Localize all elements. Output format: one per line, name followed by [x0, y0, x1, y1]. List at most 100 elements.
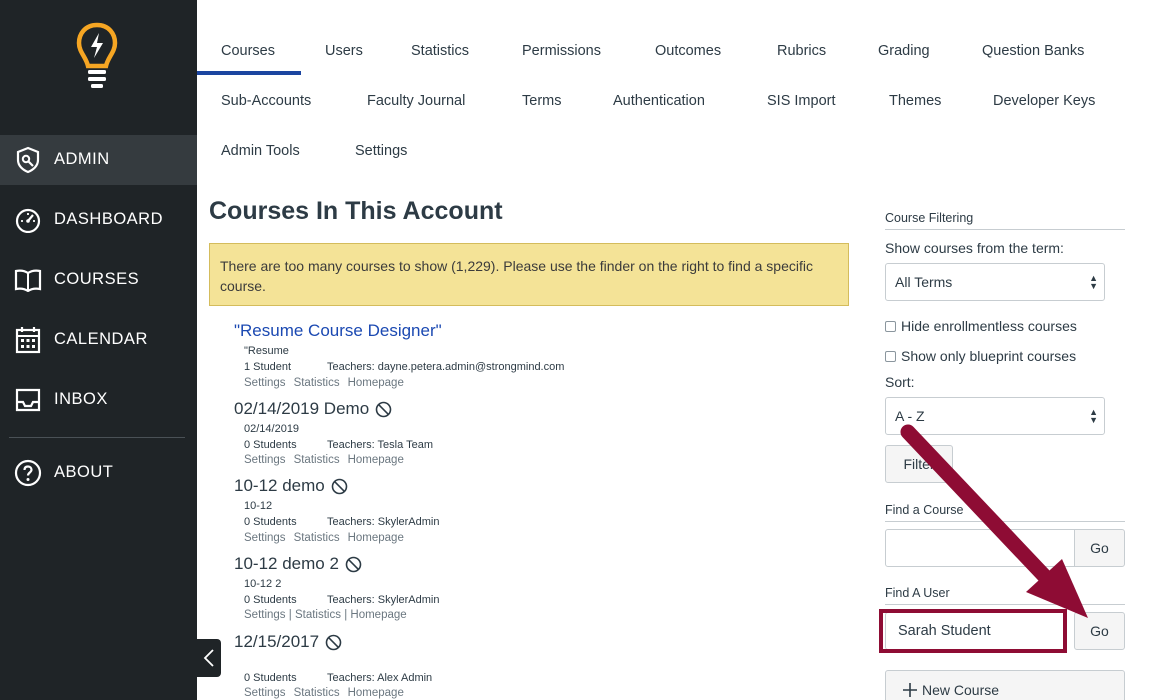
- nav-item-admin[interactable]: ADMIN: [0, 135, 197, 185]
- student-count: 0 Students: [244, 672, 297, 684]
- tab-settings[interactable]: Settings: [355, 143, 407, 159]
- course-enrollment: 0 Students Teachers: Tesla Team: [244, 439, 433, 451]
- nav-label: ADMIN: [54, 150, 110, 168]
- find-user-go-button[interactable]: Go: [1074, 612, 1125, 650]
- course-settings-link[interactable]: Settings: [244, 687, 286, 699]
- select-arrows-icon: ▲ ▼: [1089, 407, 1098, 425]
- course-homepage-link[interactable]: Homepage: [348, 377, 404, 389]
- new-course-label: New Course: [922, 682, 1000, 698]
- book-icon: [13, 265, 43, 295]
- course-title-text: 10-12 demo 2: [234, 554, 339, 573]
- tab-authentication[interactable]: Authentication: [613, 93, 705, 109]
- find-user-heading: Find A User: [885, 586, 950, 600]
- nav-label: COURSES: [54, 270, 140, 288]
- find-course-go-button[interactable]: Go: [1074, 529, 1125, 567]
- tab-permissions[interactable]: Permissions: [522, 43, 601, 59]
- course-title-link[interactable]: 02/14/2019 Demo: [234, 399, 854, 419]
- student-count: 0 Students: [244, 439, 297, 451]
- student-count: 0 Students: [244, 516, 297, 528]
- teachers: Teachers: SkylerAdmin: [327, 516, 440, 528]
- section-divider: [885, 604, 1125, 605]
- checkbox-box[interactable]: [885, 351, 896, 362]
- tab-terms[interactable]: Terms: [522, 93, 561, 109]
- course-statistics-link[interactable]: Statistics: [294, 687, 340, 699]
- tab-faculty-journal[interactable]: Faculty Journal: [367, 93, 465, 109]
- course-statistics-link[interactable]: Statistics: [294, 454, 340, 466]
- course-code: 10-12 2: [244, 578, 282, 590]
- tab-statistics[interactable]: Statistics: [411, 43, 469, 59]
- course-title-link[interactable]: 12/15/2017: [234, 632, 854, 652]
- concluded-ban-icon: [375, 401, 392, 417]
- filter-button[interactable]: Filter: [885, 445, 953, 483]
- course-title-link[interactable]: 10-12 demo 2: [234, 554, 854, 574]
- concluded-ban-icon: [345, 556, 362, 572]
- nav-item-inbox[interactable]: INBOX: [0, 375, 197, 425]
- tab-themes[interactable]: Themes: [889, 93, 941, 109]
- new-course-button[interactable]: New Course: [885, 670, 1125, 700]
- course-settings-link[interactable]: Settings: [244, 609, 286, 621]
- sort-label: Sort:: [885, 374, 915, 390]
- hide-enrollmentless-checkbox[interactable]: Hide enrollmentless courses: [885, 318, 1077, 334]
- course-list-item: 12/15/2017 0 Students Teachers: Alex Admi…: [234, 632, 854, 699]
- course-title-text: 12/15/2017: [234, 632, 320, 651]
- tab-admin-tools[interactable]: Admin Tools: [221, 143, 300, 159]
- course-homepage-link[interactable]: Homepage: [348, 687, 404, 699]
- admin-shield-icon: [13, 145, 43, 175]
- tab-sub-accounts[interactable]: Sub-Accounts: [221, 93, 311, 109]
- nav-item-courses[interactable]: COURSES: [0, 255, 197, 305]
- concluded-ban-icon: [325, 634, 342, 650]
- course-homepage-link[interactable]: Homepage: [348, 454, 404, 466]
- blueprint-only-checkbox[interactable]: Show only blueprint courses: [885, 348, 1076, 364]
- course-enrollment: 0 Students Teachers: Alex Admin: [244, 672, 432, 684]
- course-statistics-link[interactable]: Statistics: [294, 377, 340, 389]
- course-list-item: 02/14/2019 Demo 02/14/2019 0 Students Tea…: [234, 399, 854, 466]
- course-homepage-link[interactable]: Homepage: [348, 532, 404, 544]
- course-statistics-link[interactable]: Statistics: [295, 609, 341, 621]
- checkbox-box[interactable]: [885, 321, 896, 332]
- tab-developer-keys[interactable]: Developer Keys: [993, 93, 1095, 109]
- course-links: Settings | Statistics | Homepage: [244, 609, 407, 621]
- page-title: Courses In This Account: [209, 197, 503, 225]
- course-settings-link[interactable]: Settings: [244, 377, 286, 389]
- course-settings-link[interactable]: Settings: [244, 454, 286, 466]
- select-arrows-icon: ▲ ▼: [1089, 273, 1098, 291]
- tab-sis-import[interactable]: SIS Import: [767, 93, 836, 109]
- nav-item-calendar[interactable]: CALENDAR: [0, 315, 197, 365]
- course-homepage-link[interactable]: Homepage: [350, 609, 406, 621]
- institution-logo-lightbulb-icon[interactable]: [76, 22, 118, 88]
- course-title-link[interactable]: 10-12 demo: [234, 476, 854, 496]
- tab-rubrics[interactable]: Rubrics: [777, 43, 826, 59]
- tab-outcomes[interactable]: Outcomes: [655, 43, 721, 59]
- course-list-item: 10-12 demo 2 10-12 2 0 Students Teachers:…: [234, 554, 854, 621]
- help-icon: [13, 458, 43, 488]
- global-navigation: ADMIN DASHBOARD COURSES CALENDAR INBOX A…: [0, 0, 197, 700]
- course-code: 10-12: [244, 500, 273, 512]
- nav-item-about[interactable]: ABOUT: [0, 448, 197, 498]
- tab-grading[interactable]: Grading: [878, 43, 930, 59]
- student-count: 0 Students: [244, 594, 297, 606]
- find-course-input[interactable]: [885, 529, 1075, 567]
- nav-label: ABOUT: [54, 463, 114, 481]
- course-statistics-link[interactable]: Statistics: [294, 532, 340, 544]
- nav-item-dashboard[interactable]: DASHBOARD: [0, 195, 197, 245]
- term-label: Show courses from the term:: [885, 240, 1064, 256]
- course-settings-link[interactable]: Settings: [244, 532, 286, 544]
- course-title-text: 10-12 demo: [234, 476, 325, 495]
- course-title-link[interactable]: "Resume Course Designer": [234, 321, 854, 341]
- course-filtering-heading: Course Filtering: [885, 211, 974, 225]
- section-divider: [885, 521, 1125, 522]
- sort-select[interactable]: A - Z ▲ ▼: [885, 397, 1105, 435]
- find-course-heading: Find a Course: [885, 503, 964, 517]
- course-list-item: "Resume Course Designer" "Resume 1 Stude…: [234, 321, 854, 389]
- term-select[interactable]: All Terms ▲ ▼: [885, 263, 1105, 301]
- link-separator: |: [288, 609, 292, 621]
- tab-courses[interactable]: Courses: [221, 43, 275, 59]
- collapse-nav-button[interactable]: [197, 639, 221, 677]
- tab-users[interactable]: Users: [325, 43, 363, 59]
- course-links: Settings Statistics Homepage: [244, 532, 404, 544]
- course-links: Settings Statistics Homepage: [244, 687, 404, 699]
- course-enrollment: 0 Students Teachers: SkylerAdmin: [244, 516, 440, 528]
- student-count: 1 Student: [244, 361, 292, 373]
- chevron-left-icon: [203, 649, 214, 667]
- tab-question-banks[interactable]: Question Banks: [982, 43, 1084, 59]
